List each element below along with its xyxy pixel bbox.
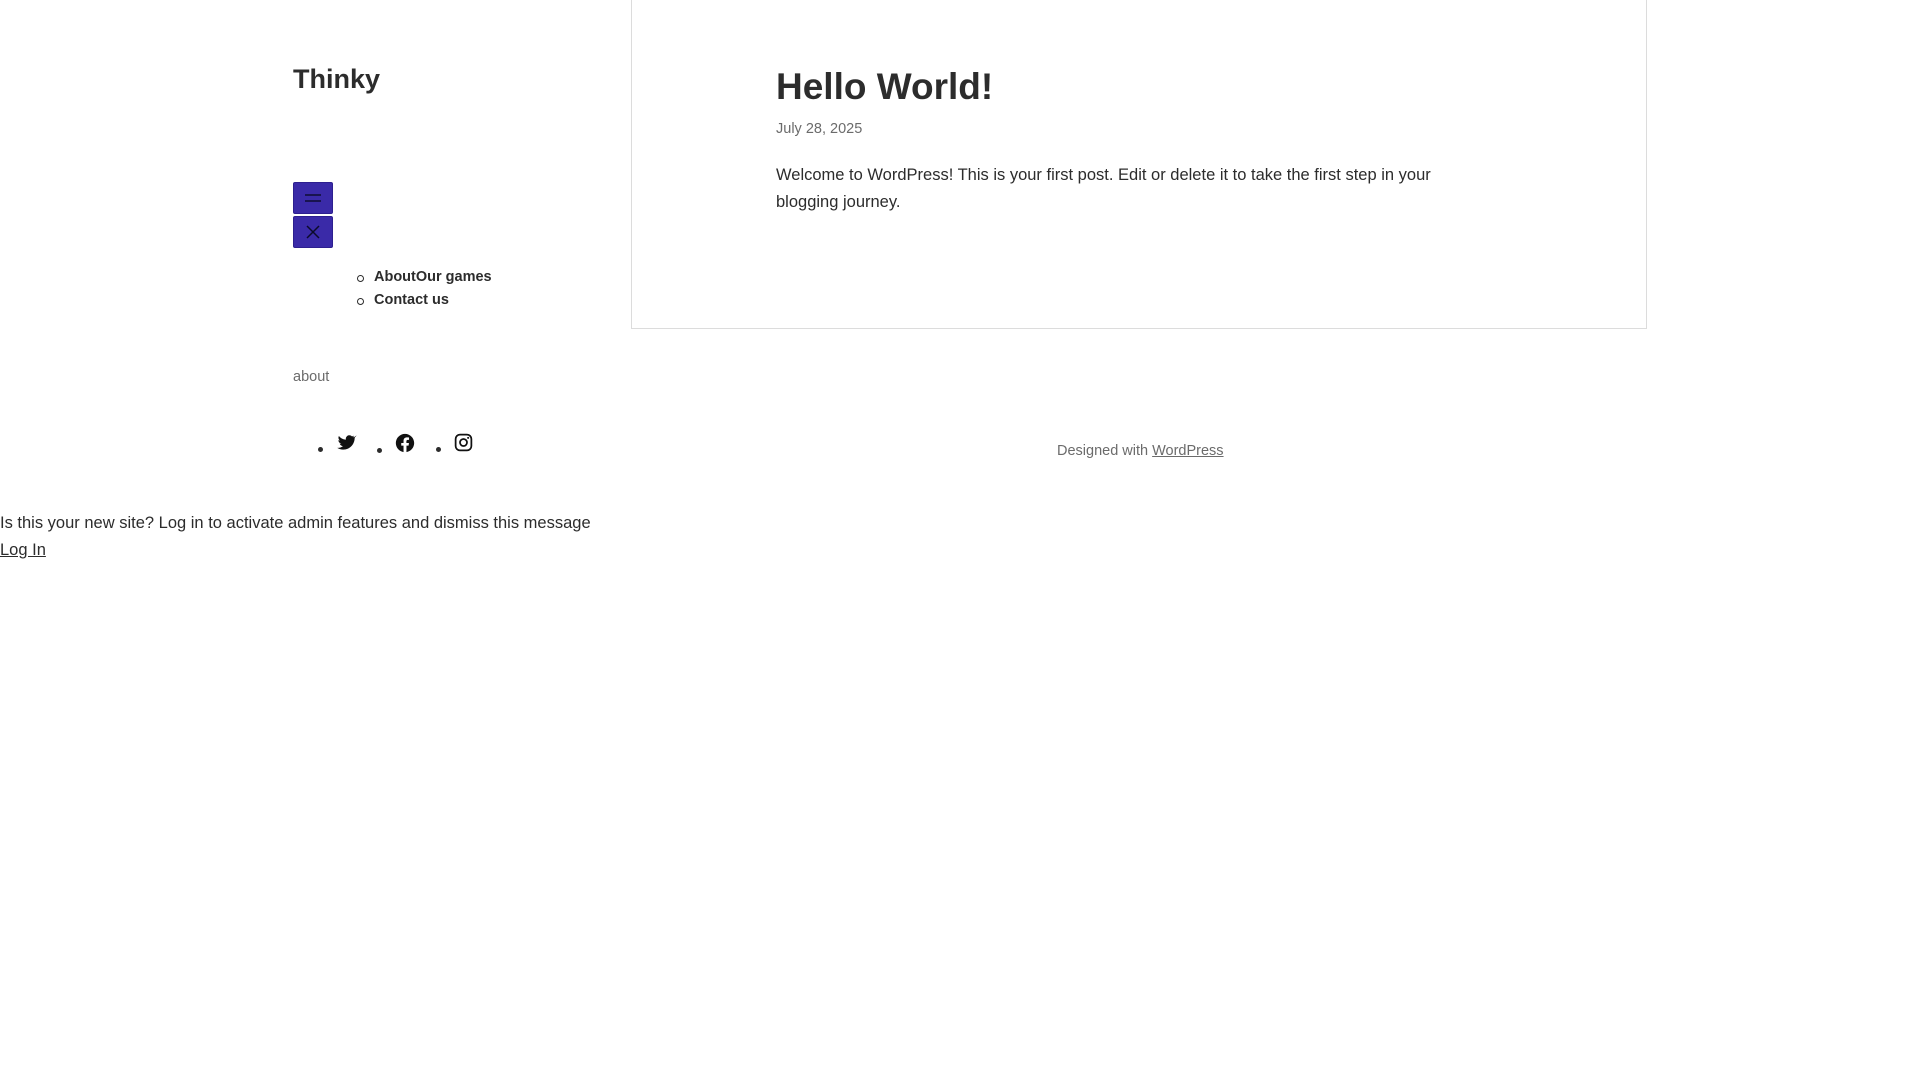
instagram-link[interactable] <box>453 432 474 453</box>
primary-navigation: AboutOur games Contact us <box>357 266 492 312</box>
site-title[interactable]: Thinky <box>293 64 380 95</box>
nav-link-contact-us[interactable]: Contact us <box>374 292 449 308</box>
nav-item-about-our-games: AboutOur games <box>357 266 492 289</box>
admin-notice: Is this your new site? Log in to activat… <box>0 510 591 564</box>
post-title[interactable]: Hello World! <box>776 66 993 108</box>
social-item-facebook <box>377 432 416 454</box>
nav-link-about-our-games[interactable]: AboutOur games <box>374 269 492 285</box>
facebook-icon <box>394 433 416 458</box>
social-item-instagram <box>436 432 474 453</box>
post-body: Welcome to WordPress! This is your first… <box>776 166 1431 211</box>
footer-credit-text: Designed with <box>1057 443 1149 459</box>
menu-close-button[interactable] <box>293 216 333 248</box>
social-links <box>318 432 494 454</box>
twitter-link[interactable] <box>335 432 357 452</box>
facebook-link[interactable] <box>394 432 416 454</box>
menu-open-button[interactable] <box>293 182 333 214</box>
admin-notice-text: Is this your new site? Log in to activat… <box>0 514 591 532</box>
sidebar-about-text: about <box>293 369 330 385</box>
login-link[interactable]: Log In <box>0 541 46 559</box>
hamburger-icon <box>303 191 323 205</box>
close-icon <box>304 223 322 241</box>
nav-item-contact-us: Contact us <box>357 289 492 312</box>
instagram-icon <box>453 433 474 457</box>
twitter-icon <box>335 435 357 456</box>
footer-credit: Designed with WordPress <box>1057 443 1224 459</box>
post-card: Hello World! July 28, 2025 Welcome to Wo… <box>631 0 1647 329</box>
wordpress-link[interactable]: WordPress <box>1152 443 1223 459</box>
post-date: July 28, 2025 <box>776 121 863 137</box>
social-item-twitter <box>318 432 357 452</box>
